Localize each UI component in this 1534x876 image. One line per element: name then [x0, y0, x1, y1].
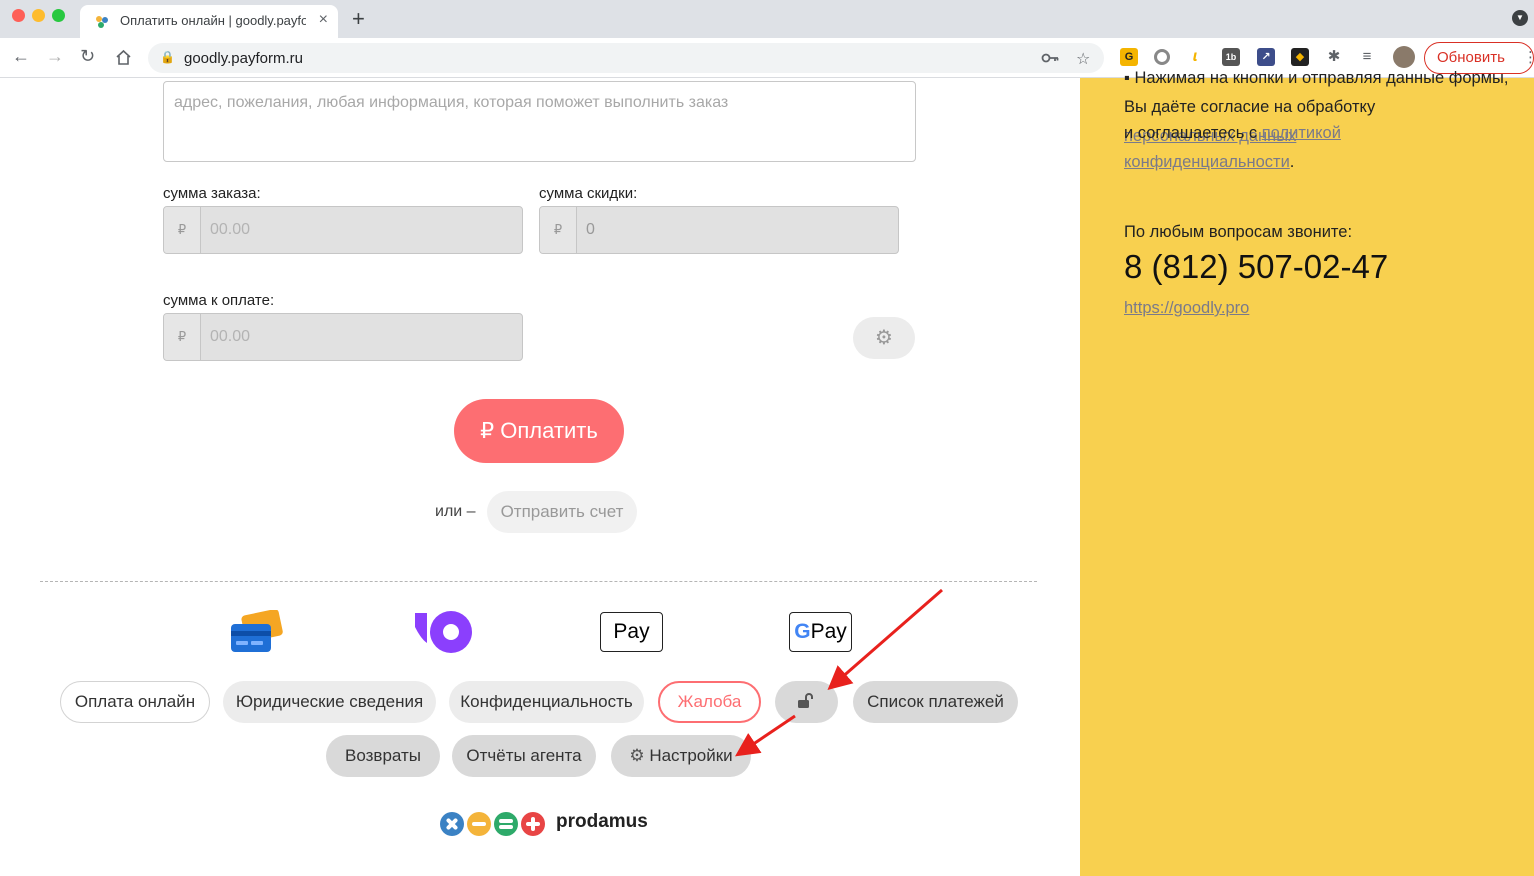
discount-input[interactable] [578, 207, 878, 253]
google-pay-badge: GPay [789, 612, 852, 652]
site-link[interactable]: https://goodly.pro [1124, 294, 1249, 323]
online-payment-link[interactable]: Оплата онлайн [60, 681, 210, 723]
forward-arrow-icon[interactable]: → [46, 46, 64, 67]
or-text: или – [435, 503, 476, 520]
brand-circle-yellow-icon [467, 812, 491, 836]
tab-close-icon[interactable]: × [319, 11, 328, 29]
admin-login-button[interactable] [775, 681, 838, 723]
maximize-window-button[interactable] [52, 9, 65, 22]
order-comment-textarea[interactable] [163, 81, 916, 162]
order-sum-input[interactable] [202, 207, 502, 253]
brand-circle-red-icon [521, 812, 545, 836]
tab-title: Оплатить онлайн | goodly.payform.ru [120, 13, 306, 28]
to-pay-label: сумма к оплате: [163, 292, 275, 309]
order-sum-field[interactable]: ₽ [163, 206, 523, 254]
url-text: goodly.payform.ru [184, 50, 303, 67]
tab-search-icon[interactable]: ▼ [1512, 10, 1528, 26]
key-icon[interactable] [1041, 51, 1059, 65]
settings-link[interactable]: ⚙ Настройки [611, 735, 751, 777]
info-sidebar [1080, 78, 1534, 876]
ruble-addon: ₽ [164, 314, 201, 360]
form-settings-button[interactable]: ⚙ [853, 317, 915, 359]
browser-tab[interactable]: Оплатить онлайн | goodly.payform.ru × [80, 5, 338, 38]
lock-icon[interactable]: 🔒 [160, 50, 175, 64]
to-pay-field[interactable]: ₽ [163, 313, 523, 361]
brand-circle-green-icon [494, 812, 518, 836]
complaint-link[interactable]: Жалоба [658, 681, 761, 723]
discount-label: сумма скидки: [539, 185, 638, 202]
legal-info-link[interactable]: Юридические сведения [223, 681, 436, 723]
address-bar[interactable]: 🔒 goodly.payform.ru ☆ [148, 43, 1104, 73]
site-favicon-icon [96, 16, 108, 28]
gear-icon: ⚙ [875, 327, 893, 349]
to-pay-input[interactable] [202, 314, 502, 360]
ruble-addon: ₽ [164, 207, 201, 253]
order-sum-label: сумма заказа: [163, 185, 261, 202]
unlock-icon [798, 693, 813, 708]
refunds-link[interactable]: Возвраты [326, 735, 440, 777]
reload-icon[interactable]: ↻ [80, 46, 95, 67]
questions-label: По любым вопросам звоните: [1124, 223, 1353, 241]
agent-reports-link[interactable]: Отчёты агента [452, 735, 596, 777]
pay-button[interactable]: ₽ Оплатить [454, 399, 624, 463]
extension-circle-icon[interactable] [1154, 49, 1170, 65]
consent-text-continued: и соглашаетесь с политикой конфиденциаль… [1124, 124, 1341, 171]
google-g-icon: G [794, 620, 811, 643]
new-tab-button[interactable]: + [352, 6, 365, 32]
minimize-window-button[interactable] [32, 9, 45, 22]
privacy-link[interactable]: Конфиденциальность [449, 681, 644, 723]
close-window-button[interactable] [12, 9, 25, 22]
user-icon: ▪ [1124, 69, 1130, 87]
browser-tab-bar: Оплатить онлайн | goodly.payform.ru × + … [0, 0, 1534, 38]
gear-icon: ⚙ [629, 746, 645, 765]
bank-card-icon [231, 610, 283, 652]
payment-list-link[interactable]: Список платежей [853, 681, 1018, 723]
yoomoney-icon [415, 611, 472, 653]
settings-label: Настройки [649, 746, 733, 765]
bookmark-star-icon[interactable]: ☆ [1076, 49, 1090, 69]
page-content: сумма заказа: ₽ сумма скидки: ₽ сумма к … [0, 69, 1534, 876]
apple-pay-badge: Pay [600, 612, 663, 652]
discount-field[interactable]: ₽ [539, 206, 899, 254]
section-divider [40, 581, 1037, 582]
home-icon[interactable] [115, 49, 132, 66]
send-bill-button[interactable]: Отправить счет [487, 491, 637, 533]
ruble-addon: ₽ [540, 207, 577, 253]
phone-number[interactable]: 8 (812) 507-02-47 [1124, 248, 1388, 286]
back-arrow-icon[interactable]: ← [12, 46, 30, 67]
brand-circle-blue-icon [440, 812, 464, 836]
brand-name: prodamus [556, 811, 648, 832]
